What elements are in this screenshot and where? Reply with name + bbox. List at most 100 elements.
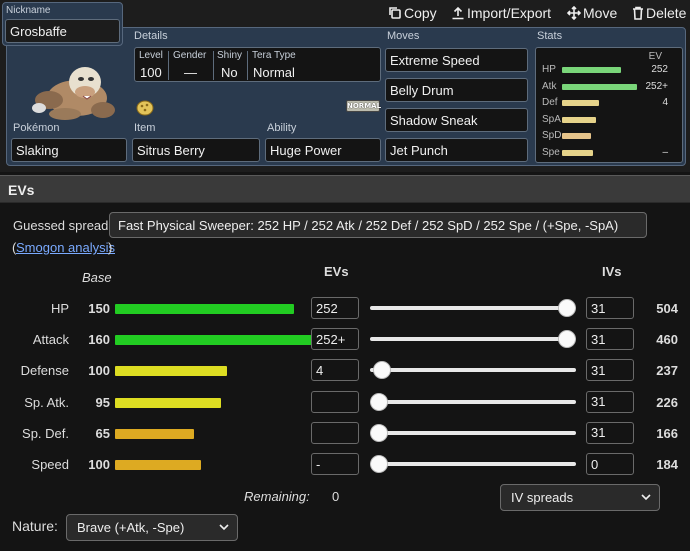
- ev-slider-thumb[interactable]: [370, 392, 388, 411]
- ev-section-title: EVs: [8, 182, 35, 198]
- delete-button-label: Delete: [646, 5, 687, 21]
- move-2-field[interactable]: Belly Drum: [385, 78, 528, 102]
- trash-icon: [633, 6, 643, 20]
- nature-select[interactable]: Brave (+Atk, -Spe): [66, 514, 238, 541]
- move-4-field[interactable]: Jet Punch: [385, 138, 528, 162]
- ev-slider-track[interactable]: [370, 337, 576, 342]
- stat-summary-name: SpA: [542, 113, 561, 125]
- stat-name: Speed: [31, 457, 69, 472]
- item-field[interactable]: Sitrus Berry: [132, 138, 260, 162]
- copy-button-label: Copy: [404, 5, 437, 21]
- base-stat-value: 100: [88, 457, 110, 472]
- iv-input[interactable]: 31: [586, 297, 634, 319]
- stat-summary-ev: 252+: [645, 80, 668, 92]
- base-stat-bar: [115, 335, 330, 346]
- pokemon-sprite: [25, 52, 117, 124]
- iv-input[interactable]: 0: [586, 453, 634, 475]
- chevron-down-icon: [641, 494, 651, 501]
- ev-column-label: EV: [648, 51, 662, 62]
- base-stat-value: 65: [95, 425, 110, 441]
- base-stat-bar: [115, 304, 294, 314]
- ev-input[interactable]: 4: [311, 359, 359, 382]
- iv-spreads-label: IV spreads: [511, 490, 574, 505]
- shiny-value: No: [221, 65, 238, 80]
- copy-icon: [389, 7, 401, 19]
- ev-slider-thumb[interactable]: [370, 423, 388, 442]
- details-divider: [247, 51, 248, 80]
- stat-summary-ev: 252: [651, 64, 668, 75]
- gender-value: —: [184, 65, 197, 80]
- smogon-analysis-link[interactable]: Smogon analysis: [16, 240, 115, 255]
- stat-name: Sp. Atk.: [24, 394, 69, 410]
- move-3-field[interactable]: Shadow Sneak: [385, 108, 528, 132]
- ev-input[interactable]: [311, 390, 359, 413]
- details-divider: [168, 51, 169, 80]
- delete-button[interactable]: Delete: [632, 5, 686, 21]
- guessed-spread-label: Guessed spread:: [13, 218, 113, 233]
- details-box[interactable]: Level 100 Gender — Shiny No Tera Type No…: [134, 47, 381, 82]
- ev-slider-track[interactable]: [370, 306, 576, 310]
- ev-section-header: EVs: [0, 175, 690, 203]
- move-button-label: Move: [583, 5, 618, 21]
- ev-slider-track[interactable]: [370, 430, 576, 435]
- nickname-box: Nickname Grosbaffe: [2, 2, 123, 46]
- pokemon-label: Pokémon: [13, 122, 60, 134]
- tera-type-value: Normal: [253, 65, 295, 80]
- ability-field[interactable]: Huge Power: [265, 138, 381, 162]
- stat-summary-name: Def: [542, 97, 558, 108]
- stat-total: 460: [656, 332, 678, 348]
- stat-summary-bar: [562, 133, 591, 139]
- evs-column-header: EVs: [324, 264, 349, 279]
- nickname-label: Nickname: [6, 5, 51, 16]
- base-stat-bar: [115, 428, 194, 439]
- stat-summary-name: Spe: [542, 146, 560, 158]
- ev-input[interactable]: 252: [311, 297, 359, 319]
- iv-input[interactable]: 31: [586, 359, 634, 382]
- ev-input[interactable]: -: [311, 453, 359, 475]
- nature-label: Nature:: [12, 518, 58, 534]
- tera-type-label: Tera Type: [252, 50, 296, 61]
- stat-name: Attack: [32, 332, 69, 348]
- gender-label: Gender: [173, 50, 207, 61]
- ev-input[interactable]: [311, 421, 359, 444]
- upload-icon: [452, 6, 464, 20]
- stats-summary[interactable]: EV HP 252 Atk 252+ Def 4 SpA SpD Spe –: [535, 47, 683, 163]
- stat-summary-row: SpA: [536, 114, 682, 127]
- ev-slider-track[interactable]: [370, 368, 576, 373]
- iv-input[interactable]: 31: [586, 421, 634, 444]
- ev-slider-track[interactable]: [370, 462, 576, 466]
- ev-slider-thumb[interactable]: [370, 455, 388, 473]
- ev-slider-thumb[interactable]: [558, 299, 576, 317]
- import-export-button[interactable]: Import/Export: [451, 5, 551, 21]
- guessed-spread-button[interactable]: Fast Physical Sweeper: 252 HP / 252 Atk …: [109, 212, 647, 238]
- chevron-down-icon: [219, 524, 229, 531]
- stat-total: 166: [656, 425, 678, 441]
- stat-total: 226: [656, 394, 678, 410]
- stat-summary-row: Atk 252+: [536, 81, 682, 94]
- ev-slider-track[interactable]: [370, 399, 576, 404]
- base-stat-value: 150: [88, 301, 110, 316]
- nickname-field[interactable]: Grosbaffe: [5, 19, 120, 43]
- stat-summary-name: HP: [542, 64, 556, 75]
- base-stat-bar: [115, 460, 201, 470]
- iv-input[interactable]: 31: [586, 328, 634, 351]
- stat-name: Defense: [20, 363, 69, 379]
- nature-value: Brave (+Atk, -Spe): [77, 520, 185, 535]
- iv-spreads-select[interactable]: IV spreads: [500, 484, 660, 511]
- base-stat-value: 100: [88, 363, 110, 379]
- remaining-label: Remaining:: [244, 489, 310, 504]
- ability-label: Ability: [267, 122, 297, 134]
- base-column-header: Base: [82, 270, 112, 285]
- iv-input[interactable]: 31: [586, 390, 634, 413]
- move-button[interactable]: Move: [567, 5, 617, 21]
- move-1-field[interactable]: Extreme Speed: [385, 48, 528, 72]
- stats-label: Stats: [537, 30, 563, 42]
- pokemon-field[interactable]: Slaking: [11, 138, 127, 162]
- paren-close: ): [108, 240, 113, 255]
- ev-input[interactable]: 252+: [311, 328, 359, 351]
- stat-name: Sp. Def.: [22, 425, 69, 441]
- copy-button[interactable]: Copy: [388, 5, 437, 21]
- details-label: Details: [134, 30, 168, 42]
- stat-summary-ev: 4: [662, 97, 668, 108]
- base-stat-bar: [115, 366, 227, 377]
